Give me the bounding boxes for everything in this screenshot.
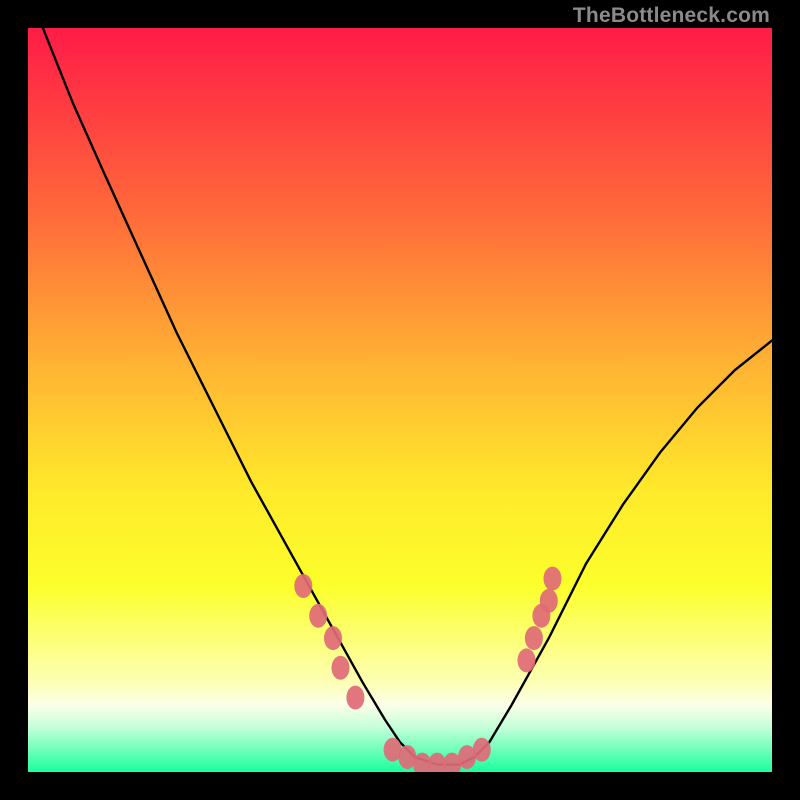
watermark-text: TheBottleneck.com [573, 4, 770, 28]
curve-marker [518, 648, 536, 672]
curve-markers [294, 567, 561, 772]
bottleneck-curve [43, 28, 772, 765]
curve-marker [309, 604, 327, 628]
chart-frame: TheBottleneck.com [0, 0, 800, 800]
chart-svg [28, 28, 772, 772]
curve-marker [294, 574, 312, 598]
curve-marker [473, 738, 491, 762]
curve-marker [544, 567, 562, 591]
curve-marker [332, 656, 350, 680]
curve-marker [324, 626, 342, 650]
curve-marker [525, 626, 543, 650]
plot-area [28, 28, 772, 772]
curve-marker [346, 686, 364, 710]
curve-marker [540, 589, 558, 613]
